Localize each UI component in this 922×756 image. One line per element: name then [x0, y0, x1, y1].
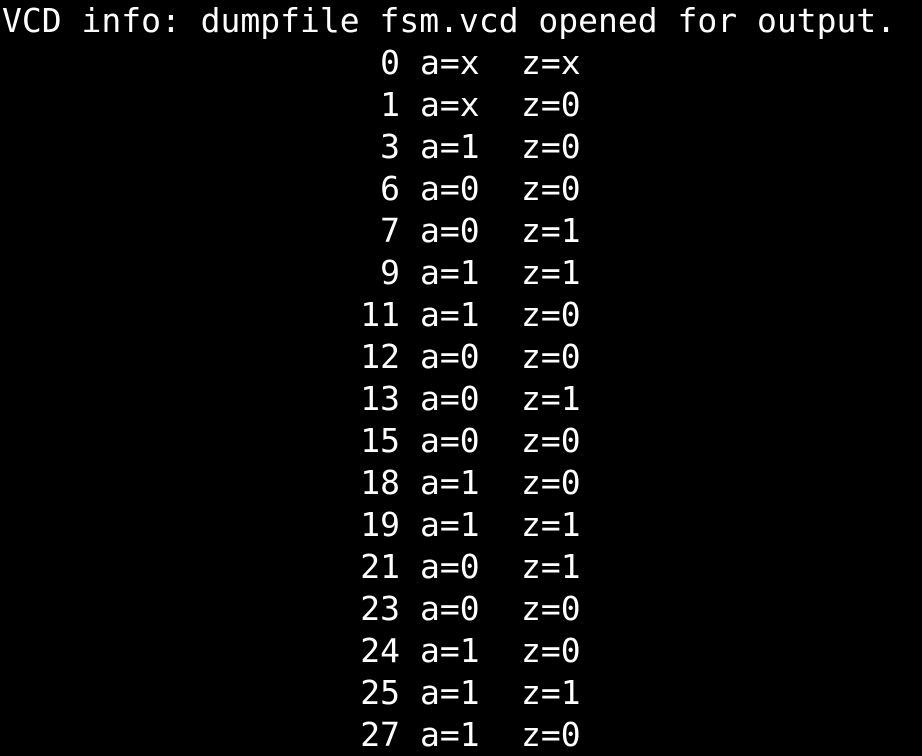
a-signal-value: a=1	[420, 631, 480, 670]
time-value: 6	[380, 169, 400, 208]
output-row: 11 a=1 z=0	[0, 294, 922, 336]
z-signal-value: z=0	[521, 421, 581, 460]
output-row: 13 a=0 z=1	[0, 378, 922, 420]
output-row: 15 a=0 z=0	[0, 420, 922, 462]
z-signal-value: z=0	[521, 463, 581, 502]
output-row: 3 a=1 z=0	[0, 126, 922, 168]
z-signal-value: z=0	[521, 337, 581, 376]
output-row: 18 a=1 z=0	[0, 462, 922, 504]
a-signal-value: a=x	[420, 85, 480, 124]
output-row: 23 a=0 z=0	[0, 588, 922, 630]
z-signal-value: z=1	[521, 547, 581, 586]
a-signal-value: a=0	[420, 589, 480, 628]
output-row: 12 a=0 z=0	[0, 336, 922, 378]
a-signal-value: a=1	[420, 295, 480, 334]
output-row: 1 a=x z=0	[0, 84, 922, 126]
time-value: 24	[360, 631, 400, 670]
z-signal-value: z=0	[521, 715, 581, 754]
z-signal-value: z=1	[521, 505, 581, 544]
vcd-info-message: VCD info: dumpfile fsm.vcd opened for ou…	[2, 1, 897, 40]
time-value: 18	[360, 463, 400, 502]
z-signal-value: z=x	[521, 43, 581, 82]
z-signal-value: z=0	[521, 169, 581, 208]
output-row: 7 a=0 z=1	[0, 210, 922, 252]
time-value: 3	[380, 127, 400, 166]
time-value: 11	[360, 295, 400, 334]
z-signal-value: z=0	[521, 631, 581, 670]
time-value: 23	[360, 589, 400, 628]
a-signal-value: a=1	[420, 673, 480, 712]
a-signal-value: a=0	[420, 169, 480, 208]
time-value: 9	[380, 253, 400, 292]
a-signal-value: a=1	[420, 505, 480, 544]
output-row: 6 a=0 z=0	[0, 168, 922, 210]
z-signal-value: z=1	[521, 379, 581, 418]
time-value: 25	[360, 673, 400, 712]
terminal-window[interactable]: VCD info: dumpfile fsm.vcd opened for ou…	[0, 0, 922, 756]
time-value: 7	[380, 211, 400, 250]
time-value: 21	[360, 547, 400, 586]
a-signal-value: a=0	[420, 421, 480, 460]
output-row: 21 a=0 z=1	[0, 546, 922, 588]
simulation-output: 0 a=x z=x 1 a=x z=0 3 a=1 z=0 6 a=0 z=0 …	[0, 42, 922, 756]
time-value: 27	[360, 715, 400, 754]
z-signal-value: z=0	[521, 85, 581, 124]
a-signal-value: a=1	[420, 127, 480, 166]
a-signal-value: a=1	[420, 253, 480, 292]
time-value: 13	[360, 379, 400, 418]
output-row: 19 a=1 z=1	[0, 504, 922, 546]
a-signal-value: a=0	[420, 547, 480, 586]
a-signal-value: a=0	[420, 379, 480, 418]
z-signal-value: z=0	[521, 127, 581, 166]
z-signal-value: z=0	[521, 589, 581, 628]
a-signal-value: a=1	[420, 463, 480, 502]
a-signal-value: a=x	[420, 43, 480, 82]
time-value: 0	[380, 43, 400, 82]
output-row: 24 a=1 z=0	[0, 630, 922, 672]
output-row: 0 a=x z=x	[0, 42, 922, 84]
a-signal-value: a=0	[420, 211, 480, 250]
a-signal-value: a=0	[420, 337, 480, 376]
time-value: 19	[360, 505, 400, 544]
time-value: 1	[380, 85, 400, 124]
output-row: 27 a=1 z=0	[0, 714, 922, 756]
z-signal-value: z=1	[521, 211, 581, 250]
z-signal-value: z=1	[521, 673, 581, 712]
output-row: 25 a=1 z=1	[0, 672, 922, 714]
output-row: 9 a=1 z=1	[0, 252, 922, 294]
z-signal-value: z=0	[521, 295, 581, 334]
time-value: 15	[360, 421, 400, 460]
a-signal-value: a=1	[420, 715, 480, 754]
time-value: 12	[360, 337, 400, 376]
z-signal-value: z=1	[521, 253, 581, 292]
